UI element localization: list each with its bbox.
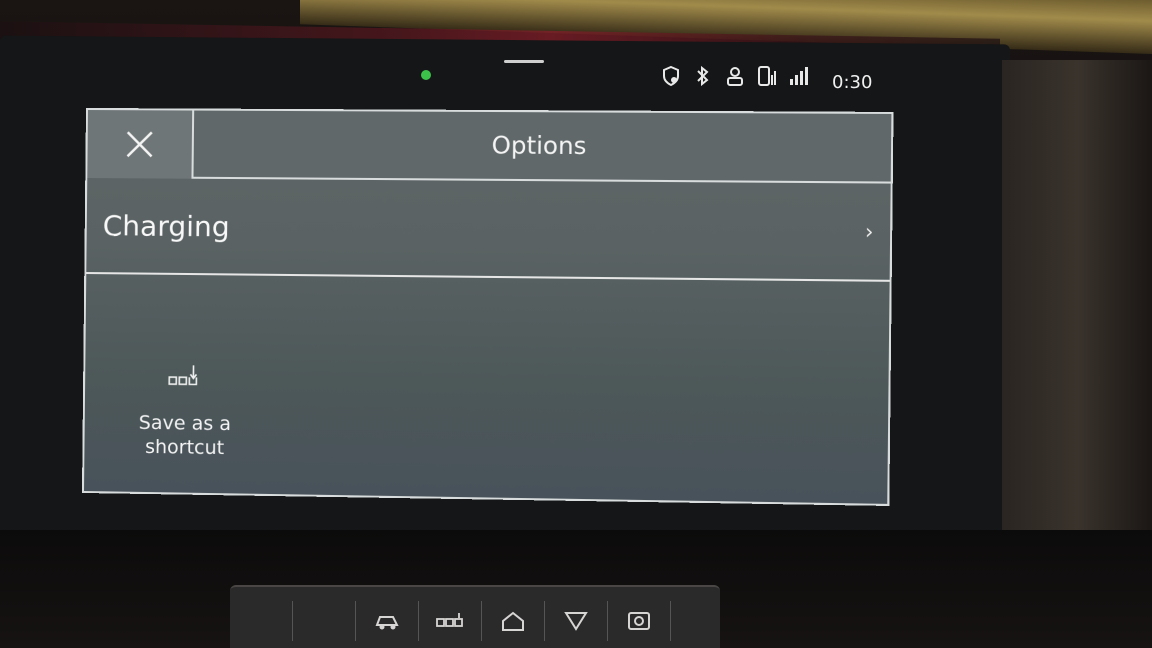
hardware-button-strip	[230, 585, 720, 648]
console-button-blank-2[interactable]	[293, 601, 356, 641]
car-infotainment-scene: 0:30 Options Charging › Save as a shortc…	[0, 0, 1152, 648]
home-icon	[502, 611, 524, 631]
status-indicator-dot	[421, 70, 431, 80]
apps-icon	[436, 613, 463, 627]
car-icon	[375, 616, 399, 630]
close-icon	[126, 131, 153, 157]
car-button[interactable]	[356, 601, 419, 641]
chevron-right-icon: ›	[864, 219, 874, 244]
save-shortcut-icon	[165, 361, 205, 388]
options-dialog: Options Charging › Save as a shortcut	[81, 107, 894, 506]
status-icons	[660, 64, 810, 88]
console-button-blank-1[interactable]	[230, 601, 293, 641]
signal-icon	[788, 64, 810, 88]
header-title-area: Options	[193, 110, 892, 184]
hazard-icon	[564, 612, 588, 631]
phone-icon	[756, 64, 778, 88]
hazard-button[interactable]	[545, 601, 608, 641]
power-icon	[628, 612, 650, 630]
user-icon	[724, 64, 746, 88]
apps-button[interactable]	[419, 601, 482, 641]
shortcut-label-line2: shortcut	[144, 435, 225, 460]
dialog-title: Options	[491, 131, 587, 161]
close-button[interactable]	[87, 110, 195, 179]
menu-item-label: Charging	[102, 208, 230, 243]
home-button[interactable]	[482, 601, 545, 641]
shortcut-label: Save as a shortcut	[138, 411, 232, 460]
bluetooth-icon	[692, 64, 714, 88]
clock: 0:30	[832, 72, 873, 93]
dialog-header: Options	[87, 110, 892, 184]
shield-location-icon	[660, 64, 682, 88]
save-shortcut-button[interactable]: Save as a shortcut	[124, 361, 246, 461]
menu-item-charging[interactable]: Charging ›	[86, 178, 891, 282]
shortcut-label-line1: Save as a	[138, 411, 232, 436]
power-button[interactable]	[608, 601, 671, 641]
pull-down-handle[interactable]	[504, 60, 544, 63]
